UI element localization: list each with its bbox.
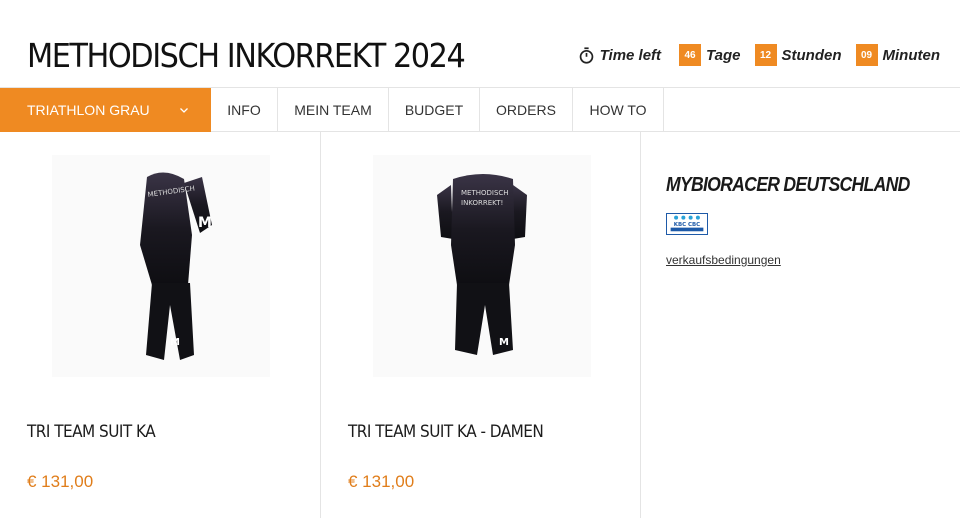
team-dropdown-label: TRIATHLON GRAU	[27, 102, 150, 118]
svg-text:M: M	[198, 215, 212, 231]
product-name[interactable]: TRI TEAM SUIT KA	[27, 422, 156, 442]
product-card[interactable]: METHODISCH INKORREKT! M TRI TEAM SUIT KA…	[321, 132, 641, 518]
nav-item-budget[interactable]: BUDGET	[389, 88, 480, 131]
tri-suit-image[interactable]: METHODISCH M M	[52, 155, 270, 377]
payment-logo: KBC CBC	[666, 213, 708, 235]
minutes-label: Minuten	[882, 46, 941, 64]
vendor-name: MYBIORACER DEUTSCHLAND	[666, 174, 910, 196]
time-left-label: Time left	[599, 46, 662, 64]
nav-item-info[interactable]: INFO	[211, 88, 278, 131]
hours-label: Stunden	[781, 46, 842, 64]
team-dropdown[interactable]: TRIATHLON GRAU	[0, 88, 211, 132]
days-value: 46	[679, 44, 702, 66]
vendor-sidebar: MYBIORACER DEUTSCHLAND KBC CBC verkaufsb…	[641, 132, 960, 518]
page-title: METHODISCH INKORREKT 2024	[27, 36, 466, 75]
tri-suit-image: METHODISCH INKORREKT! M	[437, 174, 527, 355]
main-nav: TRIATHLON GRAU INFO MEIN TEAM BUDGET ORD…	[0, 87, 960, 132]
stopwatch-icon	[579, 46, 593, 64]
minutes-value: 09	[855, 44, 878, 66]
header: METHODISCH INKORREKT 2024 Time left 46 T…	[0, 0, 960, 88]
nav-item-how-to[interactable]: HOW TO	[573, 88, 664, 131]
terms-link[interactable]: verkaufsbedingungen	[666, 253, 781, 267]
svg-text:M: M	[499, 337, 509, 348]
nav-item-mein-team[interactable]: MEIN TEAM	[278, 88, 389, 131]
days-label: Tage	[706, 46, 741, 64]
svg-text:INKORREKT!: INKORREKT!	[461, 199, 503, 207]
product-name[interactable]: TRI TEAM SUIT KA - DAMEN	[348, 422, 544, 442]
chevron-down-icon	[180, 108, 188, 113]
payment-logo-text: KBC CBC	[674, 222, 700, 228]
svg-text:METHODISCH: METHODISCH	[461, 189, 509, 197]
nav-item-orders[interactable]: ORDERS	[480, 88, 573, 131]
product-price: € 131,00	[27, 472, 94, 491]
countdown-timer: Time left 46 Tage 12 Stunden 09 Minuten	[578, 42, 940, 68]
svg-text:M: M	[170, 337, 180, 348]
tri-suit-image: METHODISCH M M	[140, 172, 212, 360]
main-content: METHODISCH M M TRI TEAM SUIT KA € 131,00	[0, 132, 960, 518]
product-price: € 131,00	[348, 472, 415, 491]
tri-suit-image[interactable]: METHODISCH INKORREKT! M	[373, 155, 591, 377]
payment-logo-icon: KBC CBC	[670, 215, 704, 232]
hours-value: 12	[754, 44, 777, 66]
product-card[interactable]: METHODISCH M M TRI TEAM SUIT KA € 131,00	[0, 132, 321, 518]
